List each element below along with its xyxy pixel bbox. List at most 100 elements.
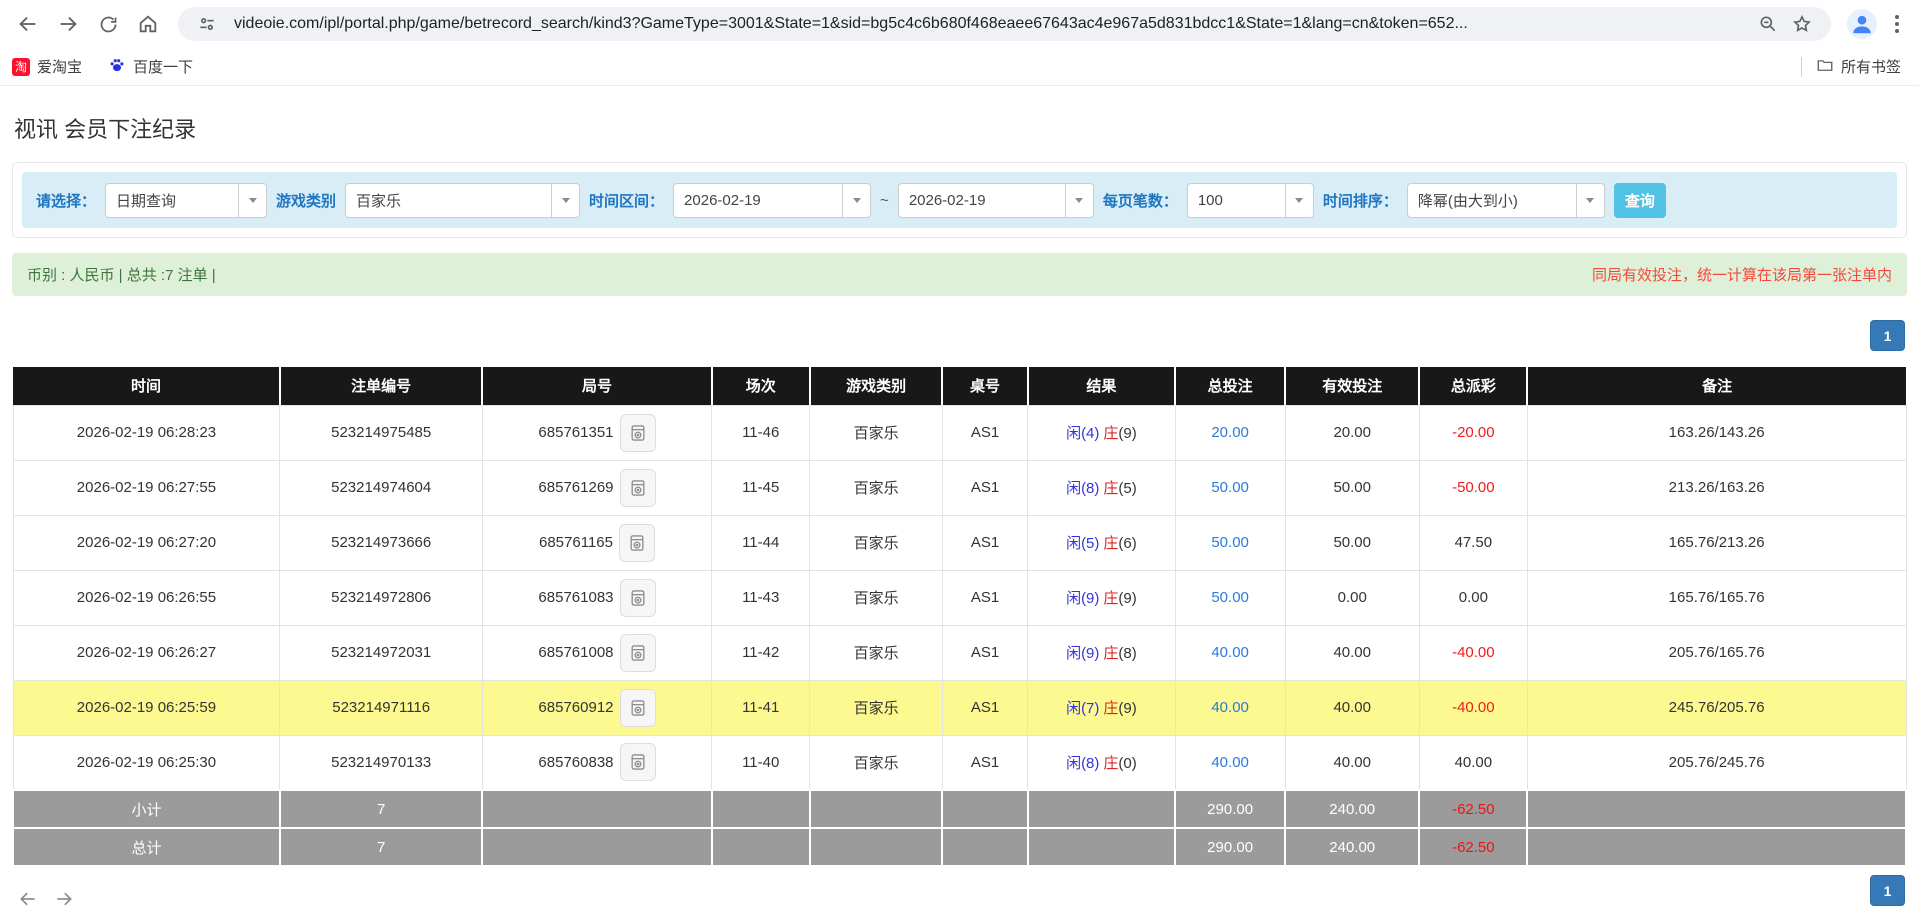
cell-note: 163.26/143.26 xyxy=(1527,405,1906,460)
bookmark-taobao[interactable]: 淘 爱淘宝 xyxy=(12,56,82,77)
total-bet-link[interactable]: 50.00 xyxy=(1211,534,1249,551)
query-type-input[interactable] xyxy=(105,183,238,218)
round-id-text: 685761008 xyxy=(538,644,613,661)
cell-result: 闲(9)庄(9) xyxy=(1028,570,1176,625)
page-title: 视讯 会员下注纪录 xyxy=(14,112,1907,144)
search-button[interactable]: 查询 xyxy=(1614,183,1666,218)
date-from-picker[interactable] xyxy=(673,183,871,218)
cell-game-type: 百家乐 xyxy=(810,735,943,790)
cell-valid-bet: 40.00 xyxy=(1285,625,1419,680)
sort-input[interactable] xyxy=(1407,183,1576,218)
cell-table-no: AS1 xyxy=(942,735,1027,790)
chevron-down-icon[interactable] xyxy=(238,183,267,218)
cell-valid-bet: 50.00 xyxy=(1285,515,1419,570)
cell-table-no: AS1 xyxy=(942,625,1027,680)
bookmarks-bar: 淘 爱淘宝 百度一下 所有书签 xyxy=(0,48,1919,86)
home-icon[interactable] xyxy=(128,4,168,44)
reload-icon[interactable] xyxy=(88,4,128,44)
table-row: 2026-02-19 06:25:59 523214971116 6857609… xyxy=(13,680,1906,735)
cell-time: 2026-02-19 06:28:23 xyxy=(13,405,280,460)
result-banker-number: (8) xyxy=(1118,645,1136,662)
back-icon[interactable] xyxy=(8,4,48,44)
total-bet-link[interactable]: 50.00 xyxy=(1211,589,1249,606)
total-bet-link[interactable]: 40.00 xyxy=(1211,644,1249,661)
chevron-down-icon[interactable] xyxy=(1576,183,1605,218)
table-body: 2026-02-19 06:28:23 523214975485 6857613… xyxy=(13,405,1906,790)
video-replay-button[interactable] xyxy=(620,469,656,507)
cell-bet-id: 523214972806 xyxy=(280,570,483,625)
total-bet-link[interactable]: 50.00 xyxy=(1211,479,1249,496)
total-bet-link[interactable]: 40.00 xyxy=(1211,754,1249,771)
chevron-down-icon[interactable] xyxy=(1285,183,1314,218)
browser-toolbar: videoie.com/ipl/portal.php/game/betrecor… xyxy=(0,0,1919,48)
result-banker-text: 庄 xyxy=(1103,645,1118,662)
page-size-input[interactable] xyxy=(1187,183,1285,218)
page-size-label: 每页笔数： xyxy=(1103,190,1178,211)
game-type-select[interactable] xyxy=(345,183,580,218)
result-player-text: 闲(7) xyxy=(1066,700,1099,717)
header-result: 结果 xyxy=(1028,367,1176,405)
game-type-input[interactable] xyxy=(345,183,551,218)
round-id-text: 685761083 xyxy=(538,589,613,606)
profile-avatar-icon[interactable] xyxy=(1847,9,1877,39)
page-size-select[interactable] xyxy=(1187,183,1314,218)
pagination-page-1-bottom[interactable]: 1 xyxy=(1870,875,1905,906)
cell-game-type: 百家乐 xyxy=(810,515,943,570)
video-replay-button[interactable] xyxy=(620,689,656,727)
result-banker-number: (0) xyxy=(1118,755,1136,772)
cell-note: 205.76/245.76 xyxy=(1527,735,1906,790)
video-replay-button[interactable] xyxy=(620,414,656,452)
date-from-input[interactable] xyxy=(673,183,842,218)
bookmark-star-icon[interactable] xyxy=(1785,9,1819,39)
chevron-down-icon[interactable] xyxy=(1065,183,1094,218)
all-bookmarks-button[interactable]: 所有书签 xyxy=(1816,56,1901,78)
total-bet-link[interactable]: 40.00 xyxy=(1211,699,1249,716)
footer-back-icon[interactable] xyxy=(18,889,38,914)
cell-session: 11-41 xyxy=(712,680,810,735)
url-bar[interactable]: videoie.com/ipl/portal.php/game/betrecor… xyxy=(178,7,1831,41)
query-type-select[interactable] xyxy=(105,183,267,218)
total-bet-link[interactable]: 20.00 xyxy=(1211,424,1249,441)
footer-nav xyxy=(18,889,1907,914)
header-table-no: 桌号 xyxy=(942,367,1027,405)
payout-cell: -40.00 xyxy=(1419,625,1527,680)
footer-forward-icon[interactable] xyxy=(54,889,74,914)
header-valid-bet: 有效投注 xyxy=(1285,367,1419,405)
cell-time: 2026-02-19 06:26:27 xyxy=(13,625,280,680)
video-replay-button[interactable] xyxy=(620,634,656,672)
video-replay-button[interactable] xyxy=(620,743,656,781)
video-replay-button[interactable] xyxy=(620,579,656,617)
tilde-separator: ~ xyxy=(880,192,889,209)
sort-label: 时间排序： xyxy=(1323,190,1398,211)
chevron-down-icon[interactable] xyxy=(842,183,871,218)
bookmark-baidu[interactable]: 百度一下 xyxy=(108,56,193,78)
site-settings-icon[interactable] xyxy=(190,9,224,39)
browser-menu-icon[interactable] xyxy=(1883,7,1911,41)
cell-table-no: AS1 xyxy=(942,460,1027,515)
cell-session: 11-45 xyxy=(712,460,810,515)
cell-session: 11-46 xyxy=(712,405,810,460)
chevron-down-icon[interactable] xyxy=(551,183,580,218)
subtotal-count: 7 xyxy=(280,790,483,828)
payout-cell: 0.00 xyxy=(1419,570,1527,625)
cell-session: 11-40 xyxy=(712,735,810,790)
sort-select[interactable] xyxy=(1407,183,1605,218)
cell-table-no: AS1 xyxy=(942,570,1027,625)
pagination-page-1-top[interactable]: 1 xyxy=(1870,320,1905,351)
date-to-input[interactable] xyxy=(898,183,1065,218)
date-to-picker[interactable] xyxy=(898,183,1094,218)
cell-bet-id: 523214974604 xyxy=(280,460,483,515)
table-header-row: 时间 注单编号 局号 场次 游戏类别 桌号 结果 总投注 有效投注 总派彩 备注 xyxy=(13,367,1906,405)
forward-icon[interactable] xyxy=(48,4,88,44)
subtotal-valid-bet: 240.00 xyxy=(1285,790,1419,828)
zoom-out-icon[interactable] xyxy=(1751,9,1785,39)
cell-round-id: 685761008 xyxy=(482,625,711,680)
header-note: 备注 xyxy=(1527,367,1906,405)
cell-valid-bet: 40.00 xyxy=(1285,680,1419,735)
bookmark-label: 爱淘宝 xyxy=(37,56,82,77)
result-banker-number: (9) xyxy=(1118,700,1136,717)
payout-cell: 40.00 xyxy=(1419,735,1527,790)
cell-table-no: AS1 xyxy=(942,515,1027,570)
cell-valid-bet: 0.00 xyxy=(1285,570,1419,625)
video-replay-button[interactable] xyxy=(619,524,655,562)
